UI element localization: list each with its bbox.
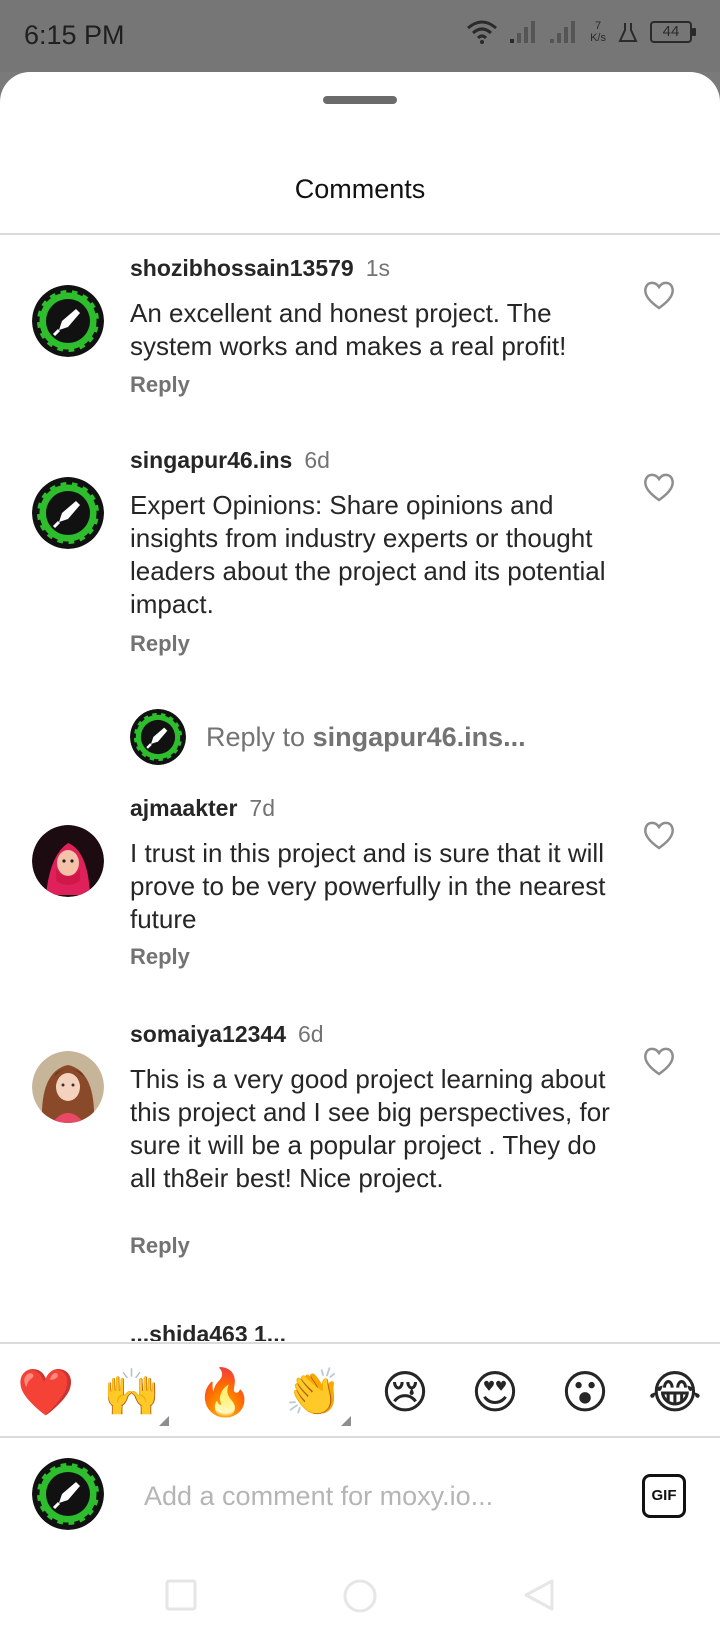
reply-button[interactable]: Reply <box>130 1233 190 1259</box>
net-speed-unit: K/s <box>590 32 606 44</box>
comment-text: An excellent and honest project. The sys… <box>130 298 567 361</box>
comment-text: I trust in this project and is sure that… <box>130 838 606 934</box>
sheet-title: Comments <box>294 174 426 204</box>
heart-icon[interactable] <box>642 279 676 311</box>
rocket-logo-avatar[interactable] <box>32 477 104 549</box>
comment-item: ajmaakter 7d I trust in this project and … <box>0 795 720 985</box>
comment-time: 6d <box>304 447 330 473</box>
drag-handle[interactable] <box>323 96 397 104</box>
comment-time: 6d <box>298 1021 324 1047</box>
recent-apps-icon[interactable] <box>164 1578 198 1612</box>
battery-icon: 44 <box>650 21 696 43</box>
comment-username[interactable]: ajmaakter 7d <box>130 795 275 822</box>
comments-list[interactable]: shozibhossain13579 1s An excellent and ho… <box>0 235 720 1341</box>
rocket-logo-avatar <box>32 1458 104 1530</box>
username-text[interactable]: singapur46.ins <box>130 447 292 473</box>
comment-text: This is a very good project learning abo… <box>130 1064 610 1193</box>
heart-icon[interactable] <box>642 1045 676 1077</box>
emoji-reaction-bar: ❤️ 🙌 🔥 👏 😢 😍 😮 😂 <box>0 1342 720 1438</box>
comment-time: 7d <box>249 795 276 821</box>
heart-icon[interactable] <box>642 471 676 503</box>
emoji-surprised[interactable]: 😮 <box>557 1364 613 1420</box>
system-nav-bar <box>0 1550 720 1640</box>
skin-tone-indicator-icon <box>159 1416 169 1426</box>
username-text[interactable]: somaiya12344 <box>130 1021 286 1047</box>
reply-to-prefix: Reply to <box>206 722 306 752</box>
comment-time: 1s <box>365 255 390 281</box>
comment-composer: GIF <box>0 1438 720 1550</box>
flask-icon <box>618 23 638 42</box>
comment-username[interactable]: shozibhossain13579 1s <box>130 255 390 282</box>
user-photo-avatar[interactable] <box>32 1051 104 1123</box>
emoji-glyph: 🙌 <box>103 1365 161 1419</box>
comment-text: Expert Opinions: Share opinions and insi… <box>130 490 606 619</box>
comment-input[interactable] <box>144 1476 584 1516</box>
status-time: 6:15 PM <box>24 20 125 50</box>
heart-icon[interactable] <box>642 819 676 851</box>
emoji-laughing[interactable]: 😂 <box>647 1364 703 1420</box>
net-speed: 7 K/s <box>590 20 606 44</box>
signal-icon-2 <box>550 21 576 43</box>
reply-to-target: singapur46.ins... <box>312 722 526 752</box>
back-icon[interactable] <box>522 1578 556 1612</box>
comment-username[interactable]: singapur46.ins 6d <box>130 447 330 474</box>
emoji-heart[interactable]: ❤️ <box>17 1364 74 1420</box>
comment-item: singapur46.ins 6d Expert Opinions: Share … <box>0 447 720 667</box>
wifi-icon <box>467 20 498 44</box>
emoji-crying[interactable]: 😢 <box>377 1364 433 1420</box>
emoji-heart-eyes[interactable]: 😍 <box>467 1364 523 1420</box>
reply-button[interactable]: Reply <box>130 631 190 657</box>
comment-item: shozibhossain13579 1s An excellent and ho… <box>0 255 720 405</box>
reply-button[interactable]: Reply <box>130 372 190 398</box>
comment-item: somaiya12344 6d This is a very good proje… <box>0 1021 720 1281</box>
username-text[interactable]: ajmaakter <box>130 795 237 821</box>
net-speed-value: 7 <box>594 20 602 32</box>
rocket-logo-avatar <box>130 709 186 765</box>
emoji-fire[interactable]: 🔥 <box>196 1364 253 1420</box>
reply-button[interactable]: Reply <box>130 944 190 970</box>
emoji-raised-hands[interactable]: 🙌 <box>103 1364 169 1426</box>
reply-to-text[interactable]: Reply to singapur46.ins... <box>206 722 526 753</box>
comment-username-partial: ...shida463 1... <box>130 1321 286 1341</box>
signal-icon <box>510 21 536 43</box>
gif-button[interactable]: GIF <box>642 1474 686 1518</box>
status-bar: 6:15 PM 7 K/s 44 <box>0 0 720 72</box>
reply-to-row[interactable]: Reply to singapur46.ins... <box>130 709 650 765</box>
rocket-logo-avatar[interactable] <box>32 285 104 357</box>
status-icons: 7 K/s 44 <box>466 20 696 44</box>
home-icon[interactable] <box>342 1578 378 1614</box>
username-text[interactable]: shozibhossain13579 <box>130 255 354 281</box>
skin-tone-indicator-icon <box>341 1416 351 1426</box>
user-photo-avatar[interactable] <box>32 825 104 897</box>
comments-sheet: Comments shozibhossain13579 1s An excelle… <box>0 72 720 1640</box>
emoji-glyph: 👏 <box>285 1365 343 1419</box>
emoji-clapping[interactable]: 👏 <box>285 1364 351 1426</box>
comment-username[interactable]: somaiya12344 6d <box>130 1021 324 1048</box>
